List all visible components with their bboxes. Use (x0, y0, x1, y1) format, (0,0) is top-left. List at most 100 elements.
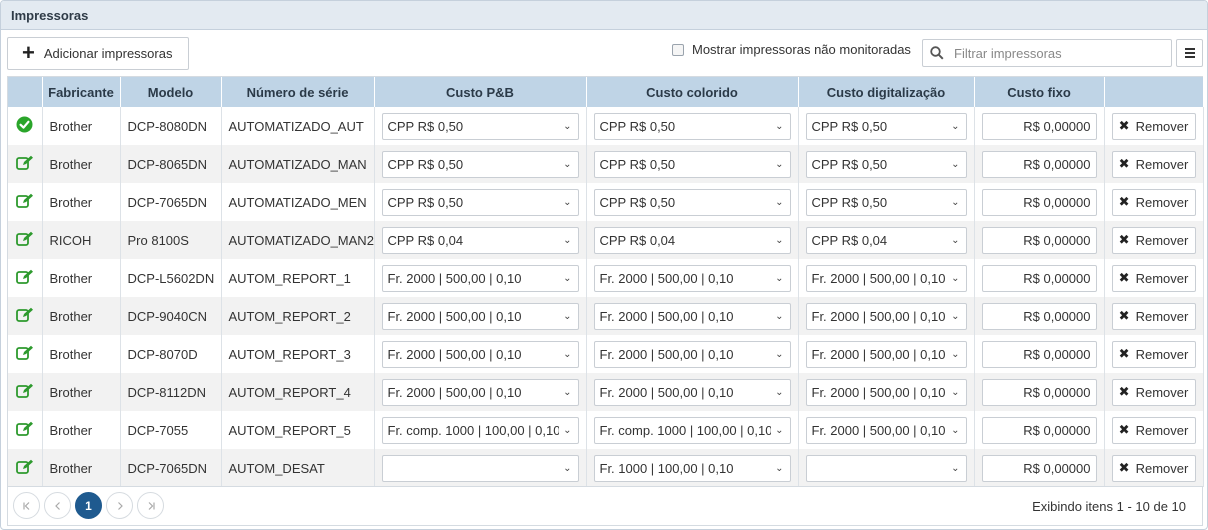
col-custo-colorido-header[interactable]: Custo colorido (586, 77, 799, 107)
edit-icon[interactable] (15, 307, 34, 323)
remove-button[interactable]: ✖ Remover (1111, 188, 1196, 216)
custo-pb-select[interactable]: Fr. 2000 | 500,00 | 0,10 ⌄ (381, 302, 579, 330)
remove-button[interactable]: ✖ Remover (1111, 454, 1196, 482)
edit-icon[interactable] (15, 459, 34, 475)
custo-digitalizacao-select[interactable]: Fr. 2000 | 500,00 | 0,10 ⌄ (805, 264, 967, 292)
custo-pb-select[interactable]: CPP R$ 0,50 ⌄ (381, 188, 579, 216)
custo-fixo-input[interactable]: R$ 0,00000 (981, 150, 1097, 178)
custo-fixo-input[interactable]: R$ 0,00000 (981, 302, 1097, 330)
prev-page-button[interactable] (44, 492, 71, 519)
first-page-button[interactable] (13, 492, 40, 519)
custo-pb-select[interactable]: Fr. 2000 | 500,00 | 0,10 ⌄ (381, 264, 579, 292)
modelo-cell: DCP-9040CN (120, 297, 222, 335)
custo-fixo-cell: R$ 0,00000 (974, 221, 1105, 259)
custo-colorido-select[interactable]: Fr. comp. 1000 | 100,00 | 0,10 ⌄ (593, 416, 791, 444)
custo-fixo-input[interactable]: R$ 0,00000 (981, 264, 1097, 292)
status-cell (8, 259, 43, 297)
custo-colorido-select[interactable]: CPP R$ 0,50 ⌄ (593, 188, 791, 216)
remove-button[interactable]: ✖ Remover (1111, 340, 1196, 368)
actions-cell: ✖ Remover (1104, 259, 1204, 297)
remove-label: Remover (1135, 118, 1189, 134)
custo-fixo-input[interactable]: R$ 0,00000 (981, 226, 1097, 254)
remove-label: Remover (1135, 422, 1189, 438)
edit-icon[interactable] (15, 345, 34, 361)
custo-colorido-select[interactable]: CPP R$ 0,50 ⌄ (593, 150, 791, 178)
custo-pb-select[interactable]: CPP R$ 0,04 ⌄ (381, 226, 579, 254)
grid-footer: 1 Exibindo itens 1 - 10 de 10 (7, 486, 1203, 526)
custo-colorido-select[interactable]: CPP R$ 0,04 ⌄ (593, 226, 791, 254)
custo-digitalizacao-select[interactable]: CPP R$ 0,50 ⌄ (805, 150, 967, 178)
close-icon: ✖ (1118, 308, 1130, 323)
edit-icon[interactable] (15, 193, 34, 209)
custo-colorido-select[interactable]: Fr. 2000 | 500,00 | 0,10 ⌄ (593, 378, 791, 406)
table-row: Brother DCP-8070D AUTOM_REPORT_3 Fr. 2000 |… (8, 335, 1204, 373)
col-fabricante-header[interactable]: Fabricante (42, 77, 121, 107)
col-custo-fixo-header[interactable]: Custo fixo (974, 77, 1105, 107)
edit-icon[interactable] (15, 421, 34, 437)
custo-colorido-cell: Fr. comp. 1000 | 100,00 | 0,10 ⌄ (586, 411, 799, 449)
custo-fixo-cell: R$ 0,00000 (974, 335, 1105, 373)
custo-digitalizacao-select[interactable]: CPP R$ 0,50 ⌄ (805, 112, 967, 140)
custo-colorido-select[interactable]: Fr. 2000 | 500,00 | 0,10 ⌄ (593, 264, 791, 292)
last-page-button[interactable] (137, 492, 164, 519)
chevron-down-icon: ⌄ (563, 424, 572, 436)
edit-icon[interactable] (15, 269, 34, 285)
custo-fixo-input[interactable]: R$ 0,00000 (981, 416, 1097, 444)
custo-fixo-input[interactable]: R$ 0,00000 (981, 188, 1097, 216)
custo-fixo-input[interactable]: R$ 0,00000 (981, 378, 1097, 406)
filter-input[interactable] (952, 44, 1152, 62)
custo-fixo-cell: R$ 0,00000 (974, 145, 1105, 183)
col-status-header (8, 77, 43, 107)
edit-icon[interactable] (15, 155, 34, 171)
custo-pb-select[interactable]: CPP R$ 0,50 ⌄ (381, 112, 579, 140)
custo-fixo-input[interactable]: R$ 0,00000 (981, 340, 1097, 368)
custo-fixo-cell: R$ 0,00000 (974, 259, 1105, 297)
col-modelo-header[interactable]: Modelo (120, 77, 222, 107)
chevron-down-icon: ⌄ (951, 234, 960, 246)
remove-button[interactable]: ✖ Remover (1111, 378, 1196, 406)
edit-icon[interactable] (15, 231, 34, 247)
custo-pb-select[interactable]: Fr. 2000 | 500,00 | 0,10 ⌄ (381, 340, 579, 368)
actions-cell: ✖ Remover (1104, 183, 1204, 221)
custo-digitalizacao-select[interactable]: Fr. 2000 | 500,00 | 0,10 ⌄ (805, 340, 967, 368)
show-unmonitored-checkbox[interactable] (672, 43, 684, 56)
remove-button[interactable]: ✖ Remover (1111, 226, 1196, 254)
show-unmonitored-toggle[interactable]: Mostrar impressoras não monitoradas (672, 42, 911, 57)
custo-colorido-select[interactable]: CPP R$ 0,50 ⌄ (593, 112, 791, 140)
remove-button[interactable]: ✖ Remover (1111, 302, 1196, 330)
fabricante-cell: Brother (42, 411, 121, 449)
custo-pb-select[interactable]: ⌄ (381, 454, 579, 482)
grid-header-row: Fabricante Modelo Número de série Custo … (8, 77, 1204, 107)
custo-pb-select[interactable]: Fr. comp. 1000 | 100,00 | 0,10 ⌄ (381, 416, 579, 444)
page-button-current[interactable]: 1 (75, 492, 102, 519)
column-menu-button[interactable] (1176, 39, 1203, 67)
custo-colorido-select[interactable]: Fr. 2000 | 500,00 | 0,10 ⌄ (593, 302, 791, 330)
col-serie-header[interactable]: Número de série (221, 77, 375, 107)
custo-fixo-input[interactable]: R$ 0,00000 (981, 112, 1097, 140)
custo-digitalizacao-select[interactable]: Fr. 2000 | 500,00 | 0,10 ⌄ (805, 416, 967, 444)
remove-button[interactable]: ✖ Remover (1111, 112, 1196, 140)
custo-digitalizacao-select[interactable]: ⌄ (805, 454, 967, 482)
custo-digitalizacao-cell: CPP R$ 0,50 ⌄ (798, 183, 975, 221)
remove-button[interactable]: ✖ Remover (1111, 416, 1196, 444)
remove-button[interactable]: ✖ Remover (1111, 264, 1196, 292)
edit-icon[interactable] (15, 383, 34, 399)
add-printers-button[interactable]: + Adicionar impressoras (7, 37, 189, 70)
custo-digitalizacao-select[interactable]: CPP R$ 0,04 ⌄ (805, 226, 967, 254)
col-custo-digitalizacao-header[interactable]: Custo digitalização (798, 77, 975, 107)
custo-digitalizacao-select[interactable]: Fr. 2000 | 500,00 | 0,10 ⌄ (805, 302, 967, 330)
serie-cell: AUTOMATIZADO_MAN (221, 145, 375, 183)
custo-digitalizacao-select-value: CPP R$ 0,50 (811, 118, 888, 134)
custo-digitalizacao-select[interactable]: CPP R$ 0,50 ⌄ (805, 188, 967, 216)
custo-fixo-cell: R$ 0,00000 (974, 373, 1105, 411)
custo-pb-select[interactable]: CPP R$ 0,50 ⌄ (381, 150, 579, 178)
remove-button[interactable]: ✖ Remover (1111, 150, 1196, 178)
custo-digitalizacao-select[interactable]: Fr. 2000 | 500,00 | 0,10 ⌄ (805, 378, 967, 406)
next-page-button[interactable] (106, 492, 133, 519)
custo-colorido-select[interactable]: Fr. 2000 | 500,00 | 0,10 ⌄ (593, 340, 791, 368)
custo-colorido-select-value: CPP R$ 0,04 (599, 232, 676, 248)
custo-fixo-input[interactable]: R$ 0,00000 (981, 454, 1097, 482)
custo-colorido-select[interactable]: Fr. 1000 | 100,00 | 0,10 ⌄ (593, 454, 791, 482)
col-custo-pb-header[interactable]: Custo P&B (374, 77, 587, 107)
custo-pb-select[interactable]: Fr. 2000 | 500,00 | 0,10 ⌄ (381, 378, 579, 406)
